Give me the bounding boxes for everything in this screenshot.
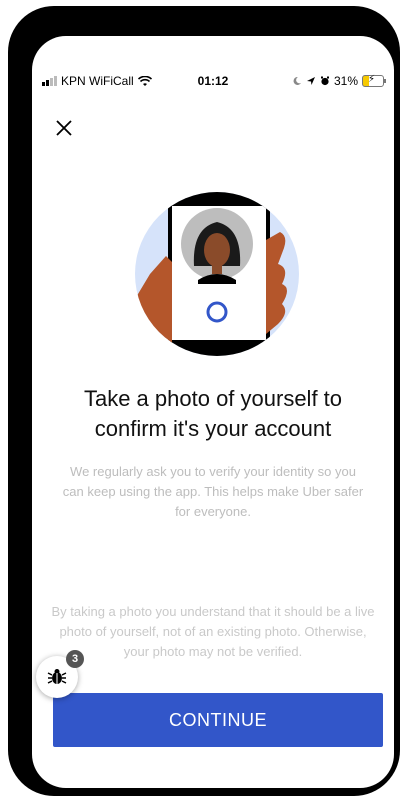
status-right: 31% ⚡ <box>292 74 386 88</box>
battery-percent: 31% <box>333 74 358 88</box>
phone-frame: KPN WiFiCall 01:12 31% ⚡ Take a photo of… <box>8 6 400 796</box>
disclaimer-text: By taking a photo you understand that it… <box>51 604 375 659</box>
close-icon[interactable] <box>52 116 76 140</box>
continue-button[interactable]: CONTINUE <box>53 693 383 747</box>
volume-up-button <box>11 176 17 234</box>
app-screen: KPN WiFiCall 01:12 31% ⚡ Take a photo of… <box>32 36 394 788</box>
page-subtitle: We regularly ask you to verify your iden… <box>62 464 364 519</box>
moon-icon <box>293 76 301 85</box>
status-bar: KPN WiFiCall 01:12 31% ⚡ <box>32 72 394 92</box>
mute-switch <box>11 121 17 151</box>
page-title: Take a photo of yourself to confirm it's… <box>83 386 343 441</box>
selfie-illustration <box>135 192 299 356</box>
notification-badge: 3 <box>66 650 84 668</box>
debug-floating-button[interactable]: 3 <box>36 650 84 698</box>
battery-icon: ⚡ <box>362 74 386 87</box>
location-icon <box>306 77 315 85</box>
alarm-icon <box>320 76 329 86</box>
bug-icon <box>47 669 67 684</box>
volume-down-button <box>11 248 17 306</box>
